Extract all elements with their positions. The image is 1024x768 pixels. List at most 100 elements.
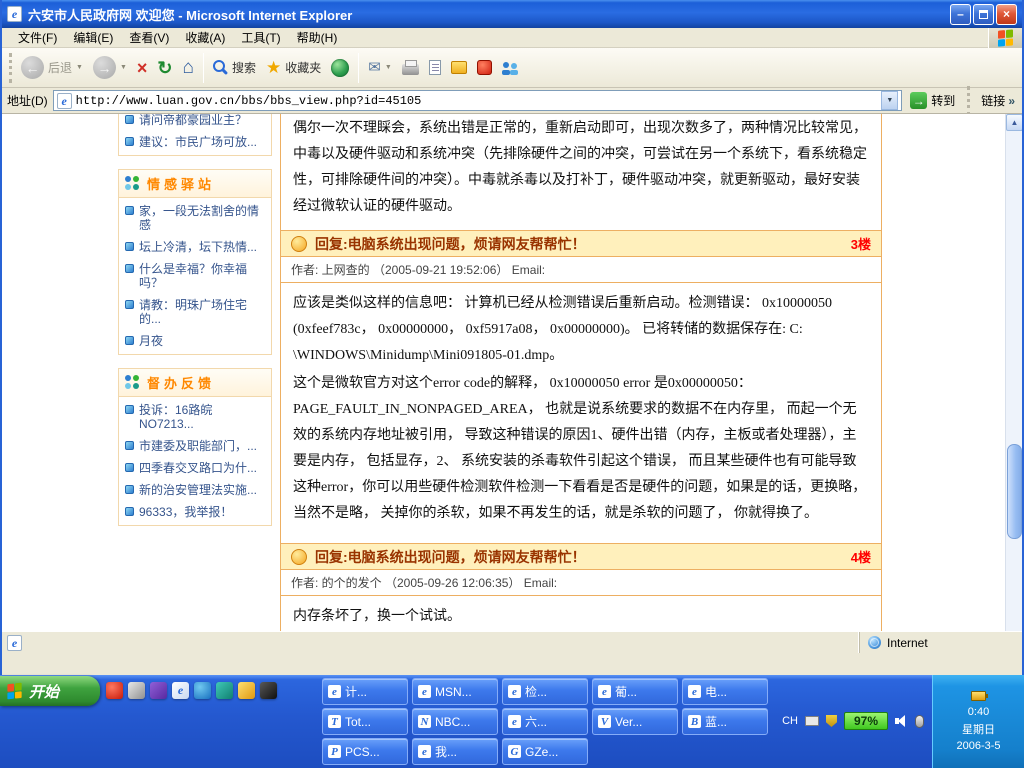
sidebar-link[interactable]: 新的治安管理法实施...: [119, 479, 271, 501]
reply-title: 回复:电脑系统出现问题，烦请网友帮帮忙！: [315, 234, 586, 254]
print-icon: [402, 64, 419, 75]
quicklaunch-icon-5[interactable]: [194, 682, 211, 699]
media-button[interactable]: [326, 56, 354, 80]
quicklaunch-icon-8[interactable]: [260, 682, 277, 699]
task-button[interactable]: VVer...: [592, 708, 678, 735]
sidebar-link[interactable]: 家，一段无法割舍的情感: [119, 200, 271, 236]
scroll-up-icon[interactable]: ▲: [1006, 114, 1022, 131]
sidebar-link[interactable]: 坛上冷清，坛下热情...: [119, 236, 271, 258]
title-bar: e 六安市人民政府网 欢迎您 - Microsoft Internet Expl…: [2, 0, 1022, 28]
menu-view[interactable]: 查看(V): [121, 27, 177, 48]
reply-author-line: 作者: 的个的发个 （2005-09-26 12:06:35） Email:: [281, 570, 881, 596]
mail-dropdown-icon[interactable]: ▼: [385, 64, 392, 71]
back-dropdown-icon[interactable]: ▼: [76, 64, 83, 71]
links-grip[interactable]: [967, 86, 970, 116]
back-button[interactable]: ← 后退 ▼: [16, 53, 88, 82]
bullet-icon: [125, 137, 134, 146]
forward-dropdown-icon[interactable]: ▼: [120, 64, 127, 71]
internet-globe-icon: [868, 636, 881, 649]
sidebar-link[interactable]: 什么是幸福？你幸福吗？: [119, 258, 271, 294]
go-button[interactable]: → 转到: [907, 91, 958, 110]
task-button[interactable]: e检...: [502, 678, 588, 705]
menu-favorites[interactable]: 收藏(A): [177, 27, 233, 48]
links-chevron-icon[interactable]: »: [1008, 94, 1015, 108]
task-button[interactable]: eMSN...: [412, 678, 498, 705]
task-button[interactable]: e六...: [502, 708, 588, 735]
task-button[interactable]: TTot...: [322, 708, 408, 735]
forward-button[interactable]: → ▼: [88, 53, 132, 82]
sidebar-link[interactable]: 96333，我举报！: [119, 501, 271, 523]
menu-tools[interactable]: 工具(T): [233, 27, 288, 48]
task-button-icon: N: [418, 715, 431, 728]
media-globe-icon: [331, 59, 349, 77]
quicklaunch-icon-1[interactable]: [106, 682, 123, 699]
sidebar-section-header: 情感驿站: [119, 170, 271, 198]
favorites-button[interactable]: ★ 收藏夹: [261, 56, 326, 79]
search-button[interactable]: 搜索: [208, 56, 261, 79]
address-field[interactable]: e ▼: [53, 90, 903, 111]
quicklaunch-icon-7[interactable]: [238, 682, 255, 699]
sidebar-link[interactable]: 请问帝都豪园业主？: [119, 114, 271, 131]
window-title: 六安市人民政府网 欢迎您 - Microsoft Internet Explor…: [28, 5, 352, 24]
refresh-button[interactable]: ↻: [152, 56, 177, 80]
toolbar-grip[interactable]: [9, 53, 12, 83]
sidebar-link[interactable]: 月夜: [119, 330, 271, 352]
qq-button[interactable]: [472, 57, 497, 78]
task-button[interactable]: GGZe...: [502, 738, 588, 765]
sidebar-link[interactable]: 投诉：16路皖NO7213...: [119, 399, 271, 435]
thread-content: 偶尔一次不理睬会，系统出错是正常的，重新启动即可，出现次数多了，两种情况比较常见…: [280, 114, 882, 647]
links-toolbar[interactable]: 链接 »: [979, 92, 1017, 109]
language-indicator[interactable]: CH: [782, 715, 798, 727]
address-input[interactable]: [76, 94, 878, 108]
edit-button[interactable]: [424, 57, 446, 78]
floor-badge: 3楼: [851, 234, 871, 253]
address-dropdown-icon[interactable]: ▼: [881, 91, 898, 110]
messenger-button[interactable]: [497, 57, 523, 78]
windows-logo-icon: [988, 28, 1022, 48]
quicklaunch-icon-6[interactable]: [216, 682, 233, 699]
close-button[interactable]: ×: [996, 4, 1017, 25]
reply-text: 偶尔一次不理睬会，系统出错是正常的，重新启动即可，出现次数多了，两种情况比较常见…: [281, 114, 881, 230]
sidebar-link[interactable]: 请教：明珠广场住宅的...: [119, 294, 271, 330]
vertical-scrollbar[interactable]: ▲ ▼: [1005, 114, 1022, 653]
reply-author-line: 作者: 上网查的 （2005-09-21 19:52:06） Email:: [281, 257, 881, 283]
task-button[interactable]: B蓝...: [682, 708, 768, 735]
task-button[interactable]: e计...: [322, 678, 408, 705]
task-button[interactable]: e我...: [412, 738, 498, 765]
menu-edit[interactable]: 编辑(E): [65, 27, 121, 48]
minimize-button[interactable]: –: [950, 4, 971, 25]
sidebar-link[interactable]: 市建委及职能部门，...: [119, 435, 271, 457]
task-button[interactable]: e电...: [682, 678, 768, 705]
status-zone: Internet: [859, 632, 1017, 653]
home-button[interactable]: ⌂: [178, 55, 199, 80]
task-button[interactable]: PPCS...: [322, 738, 408, 765]
quicklaunch-icon-3[interactable]: [150, 682, 167, 699]
menu-bar: 文件(F) 编辑(E) 查看(V) 收藏(A) 工具(T) 帮助(H): [2, 28, 1022, 48]
mail-icon: ✉: [368, 60, 381, 75]
print-button[interactable]: [397, 57, 424, 78]
menu-help[interactable]: 帮助(H): [289, 27, 346, 48]
shield-icon[interactable]: [826, 715, 837, 727]
scrollbar-thumb[interactable]: [1007, 444, 1022, 539]
sidebar-link[interactable]: 四季春交叉路口为什...: [119, 457, 271, 479]
menu-file[interactable]: 文件(F): [10, 27, 65, 48]
task-button-icon: P: [328, 745, 341, 758]
stop-button[interactable]: ×: [132, 56, 153, 80]
browser-window: e 六安市人民政府网 欢迎您 - Microsoft Internet Expl…: [0, 0, 1024, 675]
volume-icon[interactable]: [895, 715, 908, 727]
task-button[interactable]: e葡...: [592, 678, 678, 705]
clock-panel[interactable]: 0:40 星期日 2006-3-5: [932, 675, 1024, 768]
quicklaunch-icon-2[interactable]: [128, 682, 145, 699]
maximize-button[interactable]: [973, 4, 994, 25]
battery-percent-badge[interactable]: 97%: [844, 712, 888, 730]
bullet-icon: [125, 242, 134, 251]
task-button[interactable]: NNBC...: [412, 708, 498, 735]
bullet-icon: [125, 507, 134, 516]
discuss-button[interactable]: [446, 58, 472, 77]
start-button[interactable]: 开始: [0, 676, 100, 706]
keyboard-icon[interactable]: [805, 716, 819, 726]
quicklaunch-ie-icon[interactable]: e: [172, 682, 189, 699]
sidebar-link[interactable]: 建议：市民广场可放...: [119, 131, 271, 153]
mail-button[interactable]: ✉ ▼: [363, 57, 397, 78]
mouse-icon[interactable]: [915, 715, 924, 728]
